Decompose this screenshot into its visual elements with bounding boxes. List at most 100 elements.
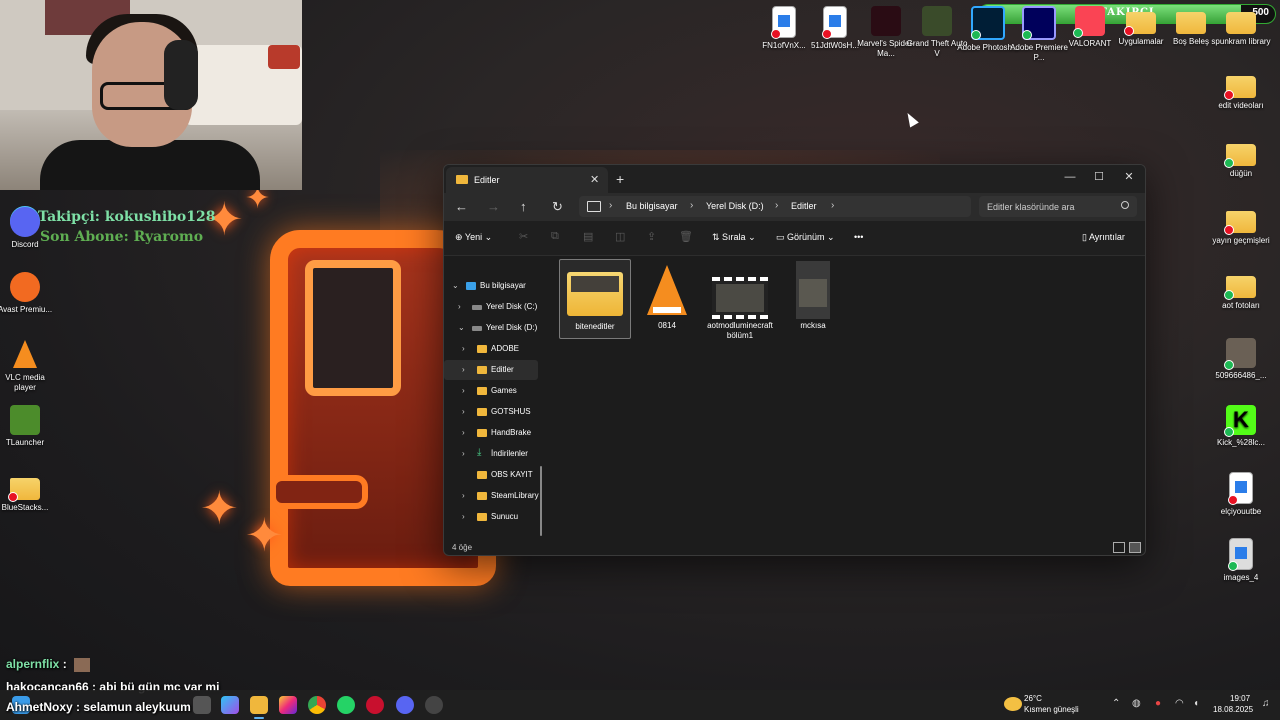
- sidebar-item-disk-d[interactable]: ⌄ Yerel Disk (D:): [444, 318, 538, 338]
- rename-icon[interactable]: ◫: [615, 230, 625, 243]
- chevron-right-icon: ›: [462, 386, 465, 395]
- folder-icon: [1124, 12, 1156, 36]
- address-bar[interactable]: › Bu bilgisayar › Yerel Disk (D:) › Edit…: [579, 196, 971, 217]
- share-icon[interactable]: ⇪: [647, 230, 656, 243]
- more-options-button[interactable]: •••: [854, 232, 863, 242]
- breadcrumb-editler[interactable]: Editler: [791, 201, 817, 211]
- sidebar-item-games[interactable]: › Games: [444, 381, 538, 401]
- large-icons-view-button[interactable]: [1129, 542, 1141, 553]
- sidebar-item-adobe[interactable]: › ADOBE: [444, 339, 538, 359]
- sidebar-item-downloads[interactable]: › ⤓ İndirilenler: [444, 444, 538, 464]
- close-button[interactable]: ✕: [1114, 167, 1144, 187]
- cut-icon[interactable]: ✂: [519, 230, 528, 243]
- clock-date[interactable]: 18.08.2025: [1213, 705, 1253, 714]
- desktop-icon-yayin-gecmisleri[interactable]: yayın geçmişleri: [1210, 205, 1272, 246]
- desktop-icon-spunkram[interactable]: spunkram library: [1210, 6, 1272, 47]
- desktop-icon-aot-fotolari[interactable]: aot fotoları: [1210, 270, 1272, 311]
- desktop-icon-discord[interactable]: Discord: [0, 207, 56, 250]
- desktop-icon-kick[interactable]: K Kick_%28lc...: [1210, 405, 1272, 448]
- refresh-button[interactable]: ↻: [552, 199, 563, 215]
- chrome-icon[interactable]: [308, 696, 326, 714]
- chat-emote-icon: [74, 657, 91, 672]
- network-tray-icon[interactable]: ◍: [1132, 698, 1141, 709]
- details-pane-button[interactable]: ▯ Ayrıntılar: [1082, 232, 1125, 243]
- folder-icon: [1224, 276, 1256, 300]
- sidebar-scrollbar[interactable]: [540, 466, 542, 536]
- desktop-icon-label: yayın geçmişleri: [1212, 236, 1270, 245]
- new-button[interactable]: ⊕ Yeni ⌄: [455, 232, 492, 243]
- search-box[interactable]: [979, 196, 1137, 217]
- sidebar-item-disk-c[interactable]: › Yerel Disk (C:): [444, 297, 538, 317]
- maximize-button[interactable]: ☐: [1084, 167, 1114, 187]
- tab-close-button[interactable]: ✕: [590, 173, 599, 186]
- desktop-icon-image-509666486[interactable]: 509666486_...: [1210, 338, 1272, 381]
- new-button-label: Yeni: [464, 232, 483, 242]
- sidebar-item-steamlibrary[interactable]: › SteamLibrary: [444, 486, 539, 506]
- chevron-up-icon[interactable]: ⌃: [1112, 698, 1120, 709]
- desktop-icon-edit-videolari[interactable]: edit videoları: [1210, 70, 1272, 111]
- desktop-icon-tlauncher[interactable]: TLauncher: [0, 405, 56, 448]
- desktop-icon-images-4[interactable]: images_4: [1210, 538, 1272, 583]
- folder-icon: [477, 513, 487, 521]
- copy-icon[interactable]: ⧉: [551, 230, 559, 243]
- up-button[interactable]: ↑: [520, 199, 527, 214]
- copilot-icon[interactable]: [221, 696, 239, 714]
- sidebar-item-editler[interactable]: › Editler: [444, 360, 538, 380]
- discord-icon[interactable]: [396, 696, 414, 714]
- sidebar-item-handbrake[interactable]: › HandBrake: [444, 423, 538, 443]
- folder-icon: [1224, 76, 1256, 100]
- tab-editler[interactable]: Editler ✕: [446, 167, 608, 193]
- sidebar-item-obs-kayit[interactable]: OBS KAYIT: [444, 465, 538, 485]
- navigation-pane: ⌄ Bu bilgisayar › Yerel Disk (C:) ⌄ Yere…: [444, 256, 544, 541]
- forward-button[interactable]: →: [487, 199, 500, 214]
- vlc-icon: [10, 340, 40, 370]
- task-view-icon[interactable]: [193, 696, 211, 714]
- details-view-button[interactable]: [1113, 542, 1125, 553]
- back-button[interactable]: ←: [455, 199, 468, 214]
- breadcrumb-this-pc[interactable]: Bu bilgisayar: [626, 201, 678, 211]
- desktop-icon-elciyouutbe[interactable]: elçiyouutbe: [1210, 472, 1272, 517]
- sidebar-item-label: Editler: [491, 365, 514, 374]
- weather-description[interactable]: Kısmen güneşli: [1024, 705, 1079, 714]
- chevron-right-icon: ›: [462, 512, 465, 521]
- file-explorer-icon[interactable]: [250, 696, 268, 719]
- search-input[interactable]: [985, 199, 1119, 215]
- sidebar-item-label: İndirilenler: [491, 449, 528, 458]
- sidebar-item-this-pc[interactable]: ⌄ Bu bilgisayar: [444, 276, 538, 296]
- delete-icon[interactable]: 🗑: [679, 230, 693, 243]
- stream-logo-dash: [270, 475, 368, 509]
- notification-bell-icon[interactable]: ♫: [1262, 698, 1270, 709]
- minimize-button[interactable]: —: [1055, 167, 1085, 187]
- view-button[interactable]: ▭ Görünüm ⌄: [776, 232, 835, 243]
- desktop-icon-label: FN1ofVnX...: [762, 41, 806, 50]
- weather-temperature[interactable]: 26°C: [1024, 694, 1042, 703]
- sort-button[interactable]: ⇅ Sırala ⌄: [712, 232, 756, 243]
- wifi-icon[interactable]: ◠: [1175, 698, 1184, 709]
- paste-icon[interactable]: ▤: [583, 230, 593, 243]
- sidebar-item-sunucu[interactable]: › Sunucu: [444, 507, 538, 527]
- desktop-icon-vlc[interactable]: VLC media player: [0, 340, 56, 393]
- desktop-icon-avast[interactable]: Avast Premiu...: [0, 272, 56, 315]
- weather-icon[interactable]: [1004, 697, 1022, 711]
- volume-icon[interactable]: ◖: [1193, 698, 1199, 709]
- sparkle-icon: ✦: [200, 482, 239, 534]
- desktop-icon-dugun[interactable]: düğün: [1210, 138, 1272, 179]
- latest-sub-text: Son Abone: Ryaromo: [40, 229, 204, 245]
- folder-icon: [477, 408, 487, 416]
- desktop-icon-label: VLC media player: [5, 373, 45, 392]
- microphone-icon[interactable]: ●: [1155, 698, 1161, 709]
- file-item-biteneditler[interactable]: biteneditler: [559, 259, 631, 339]
- whatsapp-icon[interactable]: [337, 696, 355, 714]
- opera-icon[interactable]: [366, 696, 384, 714]
- desktop-icon-bluestacks[interactable]: BlueStacks...: [0, 472, 56, 513]
- obs-icon[interactable]: [425, 696, 443, 714]
- explorer-titlebar[interactable]: Editler ✕ + — ☐ ✕: [444, 165, 1145, 193]
- file-item-0814[interactable]: 0814: [632, 259, 702, 337]
- clock-time[interactable]: 19:07: [1230, 694, 1250, 703]
- breadcrumb-disk-d[interactable]: Yerel Disk (D:): [706, 201, 764, 211]
- file-item-aotmodluminecraftbolum1[interactable]: aotmodluminecraftbölüm1: [705, 259, 775, 349]
- instagram-icon[interactable]: [279, 696, 297, 714]
- sidebar-item-gotshus[interactable]: › GOTSHUS: [444, 402, 538, 422]
- new-tab-button[interactable]: +: [616, 171, 624, 187]
- file-item-mckisa[interactable]: mckısa: [778, 259, 848, 337]
